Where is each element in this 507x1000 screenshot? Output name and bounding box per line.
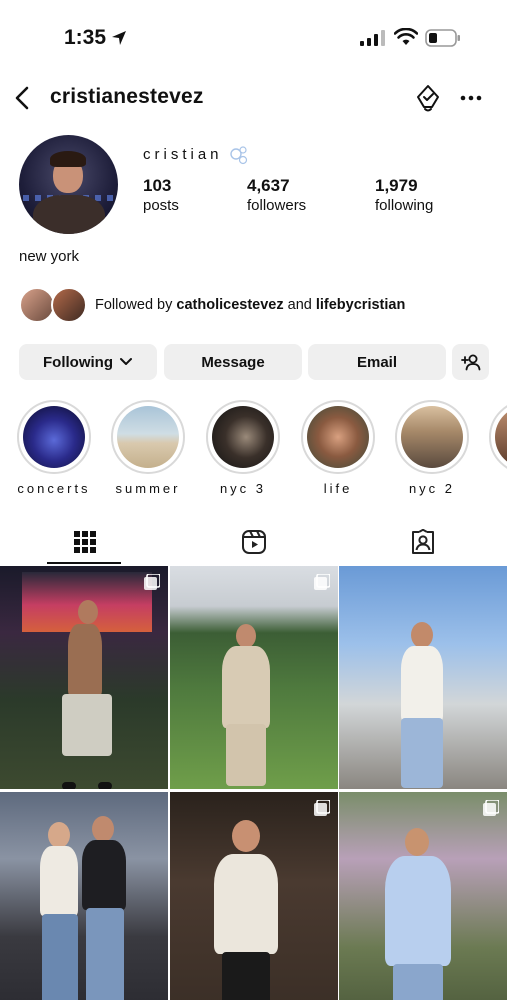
highlight-label: concerts (17, 481, 91, 496)
status-bar: 1:35 (0, 0, 507, 76)
mutual-user-2: lifebycristian (315, 297, 406, 313)
following-button-label: Following (43, 353, 113, 371)
status-time: 1:35 (64, 26, 107, 49)
reels-icon (241, 530, 266, 554)
message-button-label: Message (201, 353, 265, 371)
email-button[interactable]: Email (308, 344, 446, 380)
posts-count: 103 (143, 176, 172, 195)
multiple-posts-icon (144, 574, 160, 590)
mutual-prefix: Followed by (95, 297, 177, 313)
battery-icon (425, 29, 460, 47)
post-thumbnail[interactable] (339, 792, 507, 1000)
story-highlights: concerts summer nyc 3 life nyc 2 n (0, 400, 507, 504)
cellular-signal-icon (360, 30, 385, 46)
profile-username: cristianestevez (50, 85, 204, 108)
mutual-joiner: and (283, 297, 316, 313)
email-button-label: Email (356, 353, 398, 371)
more-options-icon[interactable] (460, 95, 482, 101)
following-label: following (375, 197, 434, 214)
mutual-followers[interactable]: Followed by catholicestevez and lifebycr… (19, 286, 499, 326)
bubbles-emoji-icon (230, 146, 248, 165)
highlight-cover (495, 406, 507, 468)
post-thumbnail[interactable] (170, 792, 338, 1000)
highlight-ring (301, 400, 375, 474)
post-thumbnail[interactable] (339, 566, 507, 789)
tab-posts-grid[interactable] (0, 518, 169, 566)
highlight-label: n (476, 481, 507, 496)
tab-reels[interactable] (169, 518, 338, 566)
profile-bio: new york (19, 248, 80, 265)
highlight-life[interactable]: life (301, 400, 375, 496)
highlight-concerts[interactable]: concerts (17, 400, 91, 496)
highlight-cover (23, 406, 85, 468)
back-arrow-icon[interactable] (12, 85, 34, 111)
highlight-cover (212, 406, 274, 468)
avatar-body (33, 195, 105, 234)
mutual-user-1: catholicestevez (176, 297, 284, 313)
mutual-avatar-1 (19, 287, 55, 323)
following-button[interactable]: Following (19, 344, 157, 380)
mutual-followers-text: Followed by catholicestevez and lifebycr… (95, 297, 405, 313)
highlight-summer[interactable]: summer (111, 400, 185, 496)
profile-header: cristianestevez (0, 76, 507, 120)
tagged-icon (411, 529, 434, 554)
highlight-label: life (323, 481, 353, 496)
profile-display-name: cristian (143, 146, 223, 163)
multiple-posts-icon (314, 800, 330, 816)
add-user-icon (460, 354, 480, 371)
profile-tabs (0, 518, 507, 566)
avatar-hair (50, 151, 86, 167)
followers-count: 4,637 (247, 176, 290, 195)
multiple-posts-icon (483, 800, 499, 816)
active-tab-indicator (47, 562, 121, 564)
notification-bell-icon[interactable] (414, 83, 442, 113)
post-thumbnail[interactable] (170, 566, 338, 789)
highlight-cover (307, 406, 369, 468)
highlight-partial[interactable]: n (489, 400, 507, 496)
stat-posts[interactable]: 103 posts (143, 176, 179, 214)
message-button[interactable]: Message (164, 344, 302, 380)
highlight-label: nyc 2 (408, 481, 456, 496)
stat-followers[interactable]: 4,637 followers (247, 176, 306, 214)
highlight-nyc-3[interactable]: nyc 3 (206, 400, 280, 496)
highlight-ring (489, 400, 507, 474)
highlight-cover (401, 406, 463, 468)
chevron-down-icon (119, 358, 132, 365)
posts-label: posts (143, 197, 179, 214)
wifi-icon (394, 28, 418, 45)
highlight-cover (117, 406, 179, 468)
stat-following[interactable]: 1,979 following (375, 176, 433, 214)
followers-label: followers (247, 197, 307, 214)
highlight-ring (17, 400, 91, 474)
highlight-label: nyc 3 (219, 481, 267, 496)
highlight-ring (111, 400, 185, 474)
multiple-posts-icon (314, 574, 330, 590)
profile-avatar[interactable] (19, 135, 118, 234)
highlight-ring (395, 400, 469, 474)
location-arrow-icon (112, 31, 126, 45)
highlight-nyc-2[interactable]: nyc 2 (395, 400, 469, 496)
tab-tagged[interactable] (338, 518, 507, 566)
following-count: 1,979 (375, 176, 418, 195)
post-thumbnail[interactable] (0, 566, 168, 789)
add-user-button[interactable] (452, 344, 489, 380)
post-thumbnail[interactable] (0, 792, 168, 1000)
grid-icon (73, 531, 96, 553)
mutual-avatar-2 (51, 287, 87, 323)
highlight-ring (206, 400, 280, 474)
posts-grid (0, 566, 507, 1000)
highlight-label: summer (115, 481, 181, 496)
